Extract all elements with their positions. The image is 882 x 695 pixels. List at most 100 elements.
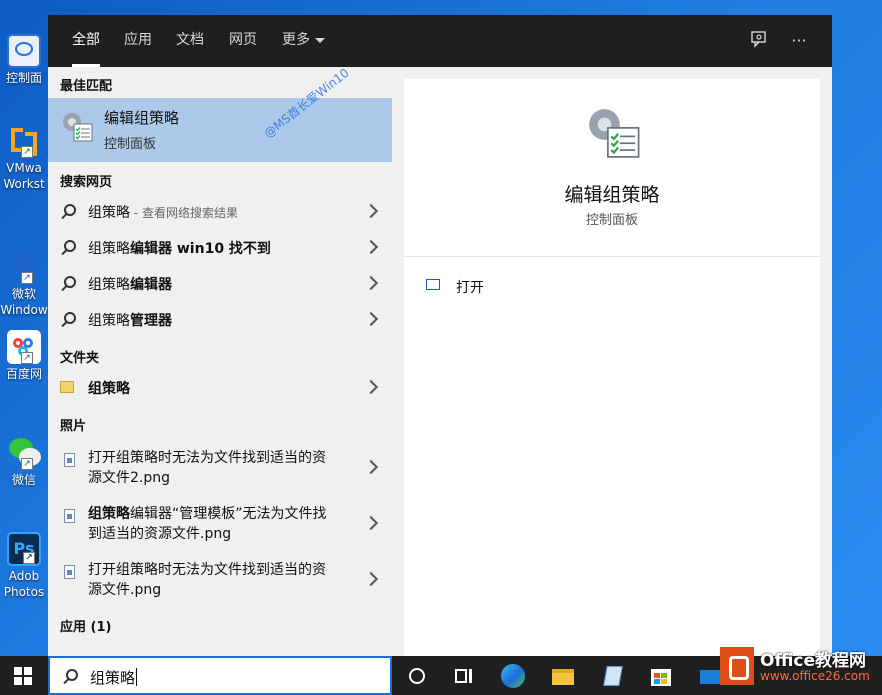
web-result-text: 组策略 <box>88 241 130 257</box>
preview-title: 编辑组策略 <box>564 184 660 206</box>
office-watermark: Office教程网 www.office26.com <box>714 643 882 691</box>
search-value: 组策略 <box>90 669 136 687</box>
control-panel-icon <box>7 34 41 68</box>
tab-web[interactable]: 网页 <box>229 15 257 67</box>
office-watermark-url: www.office26.com <box>760 669 870 683</box>
photo-result-bold-text: 组策略 <box>88 506 130 522</box>
vmware-icon: ↗ <box>7 124 41 158</box>
section-apps[interactable]: 应用 (1) <box>60 616 111 635</box>
search-icon <box>64 204 76 216</box>
desktop-icon-wechat[interactable]: ↗ 微信 <box>0 436 48 488</box>
desktop-icon-label: VMwa <box>6 161 42 175</box>
image-file-icon <box>64 565 75 579</box>
shortcut-arrow-icon: ↗ <box>23 552 35 564</box>
web-result-bold-text: 管理器 <box>130 313 172 329</box>
tab-more[interactable]: 更多 <box>282 15 325 67</box>
web-result-text: 组策略 <box>88 313 130 329</box>
photo-result-item[interactable]: 打开组策略时无法为文件找到适当的资源文件2.png <box>48 439 392 495</box>
chevron-down-icon <box>315 37 325 43</box>
more-options-icon[interactable]: ··· <box>788 30 810 52</box>
photo-result-item[interactable]: 打开组策略时无法为文件找到适当的资源文件.png <box>48 551 392 607</box>
tab-all[interactable]: 全部 <box>72 15 100 67</box>
search-icon <box>64 240 76 252</box>
watermark: @MS酋长爱Win10 <box>261 65 352 141</box>
search-icon <box>64 312 76 324</box>
preview-pane: 编辑组策略 控制面板 打开 <box>404 79 820 656</box>
search-icon <box>66 669 78 681</box>
chevron-right-icon <box>363 311 379 327</box>
desktop-icon-label-2: Workst <box>3 177 45 191</box>
desktop-icon-label: Adob <box>8 569 40 583</box>
open-action-label: 打开 <box>456 280 484 296</box>
image-file-icon <box>64 453 75 467</box>
tab-documents[interactable]: 文档 <box>176 15 204 67</box>
photo-result-text: 打开组策略时无法为文件找到适当的资源文件.png <box>88 562 326 598</box>
image-file-icon <box>64 509 75 523</box>
best-match-title: 编辑组策略 <box>104 109 180 127</box>
shortcut-arrow-icon: ↗ <box>21 352 33 364</box>
desktop-icon-vmware[interactable]: ↗ VMwa Workst <box>0 124 48 192</box>
preview-subtitle: 控制面板 <box>585 213 638 228</box>
desktop-icon-label-2: Photos <box>3 585 45 599</box>
best-match-item[interactable]: 编辑组策略 控制面板 @MS酋长爱Win10 <box>48 66 392 162</box>
photo-result-item[interactable]: 组策略编辑器“管理模板”无法为文件找到适当的资源文件.png <box>48 495 392 551</box>
folder-icon <box>60 381 74 393</box>
chevron-right-icon <box>363 239 379 255</box>
chevron-right-icon <box>363 571 379 587</box>
chevron-right-icon <box>363 379 379 395</box>
desktop-icon-label: 控制面 <box>5 71 42 85</box>
cortana-icon[interactable] <box>404 663 430 689</box>
wechat-icon: ↗ <box>7 436 41 470</box>
baidu-netdisk-icon: ↗ <box>7 330 41 364</box>
section-web: 搜索网页 <box>60 175 113 190</box>
web-result-bold-text: 编辑器 <box>130 277 172 293</box>
section-best-match: 最佳匹配 <box>60 79 113 94</box>
desktop-icon-label-2: Window <box>0 303 48 317</box>
search-icon <box>64 276 76 288</box>
file-explorer-icon[interactable] <box>550 663 576 689</box>
windows-start-icon[interactable] <box>14 667 32 685</box>
office-watermark-title: Office教程网 <box>760 651 867 671</box>
chevron-right-icon <box>363 203 379 219</box>
shield-icon: ↗ <box>7 250 41 284</box>
web-result-text: 组策略 <box>88 277 130 293</box>
desktop-icon-label: 微信 <box>11 473 36 487</box>
desktop-icon-label: 微软 <box>11 287 36 301</box>
section-photos: 照片 <box>60 419 87 434</box>
task-view-icon[interactable] <box>450 663 476 689</box>
best-match-subtitle: 控制面板 <box>104 137 157 152</box>
desktop-icon-defender[interactable]: ↗ 微软 Window <box>0 250 48 318</box>
chevron-right-icon <box>363 275 379 291</box>
chevron-right-icon <box>363 515 379 531</box>
feedback-icon[interactable] <box>748 30 770 52</box>
store-icon[interactable] <box>648 663 674 689</box>
results-list: 最佳匹配 编辑组策略 控制面板 @MS酋长爱Win10 搜索网页 组策略 - 查… <box>48 66 404 656</box>
taskbar-search-input[interactable]: 组策略 <box>48 656 392 695</box>
open-icon <box>426 279 440 290</box>
shortcut-arrow-icon: ↗ <box>21 146 33 158</box>
web-result-item[interactable]: 组策略管理器 <box>48 301 392 337</box>
desktop-icon-baidu-netdisk[interactable]: ↗ 百度网 <box>0 330 48 382</box>
web-result-text: 组策略 <box>88 205 130 221</box>
edge-icon[interactable] <box>500 663 526 689</box>
web-result-item[interactable]: 组策略编辑器 win10 找不到 <box>48 229 392 265</box>
desktop-icon-label: 百度网 <box>5 367 42 381</box>
web-result-item[interactable]: 组策略编辑器 <box>48 265 392 301</box>
tab-apps[interactable]: 应用 <box>124 15 152 67</box>
chevron-right-icon <box>363 459 379 475</box>
shortcut-arrow-icon: ↗ <box>21 272 33 284</box>
desktop-icon-control-panel[interactable]: 控制面 <box>0 34 48 86</box>
photo-result-text: 打开组策略时无法为文件找到适当的资源文件2.png <box>88 450 326 486</box>
group-policy-icon <box>60 110 94 144</box>
group-policy-icon <box>584 103 642 163</box>
section-folders: 文件夹 <box>60 351 100 366</box>
office-icon <box>720 647 754 685</box>
divider <box>404 256 820 257</box>
desktop-icon-photoshop[interactable]: Ps ↗ Adob Photos <box>0 532 48 600</box>
folder-result-text: 组策略 <box>88 381 130 397</box>
notepad-icon[interactable] <box>600 663 626 689</box>
web-result-item[interactable]: 组策略 - 查看网络搜索结果 <box>48 193 392 229</box>
web-result-bold-text: 编辑器 win10 找不到 <box>130 241 271 257</box>
shortcut-arrow-icon: ↗ <box>21 458 33 470</box>
folder-result-item[interactable]: 组策略 <box>48 369 392 405</box>
